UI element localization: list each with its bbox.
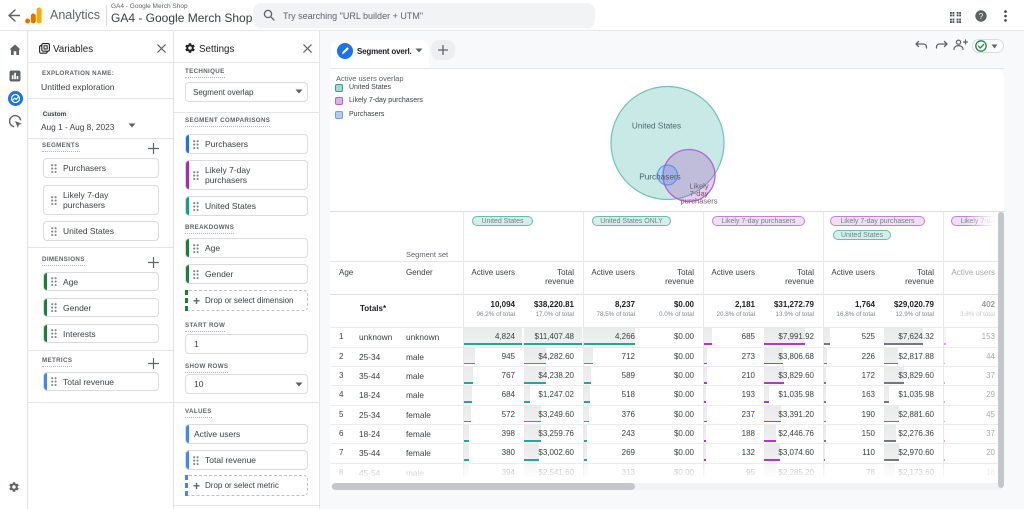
svg-text:United States: United States [632,122,681,131]
svg-text:purchasers: purchasers [680,197,717,206]
svg-text:?: ? [979,12,984,21]
svg-text:Purchasers: Purchasers [639,173,680,182]
